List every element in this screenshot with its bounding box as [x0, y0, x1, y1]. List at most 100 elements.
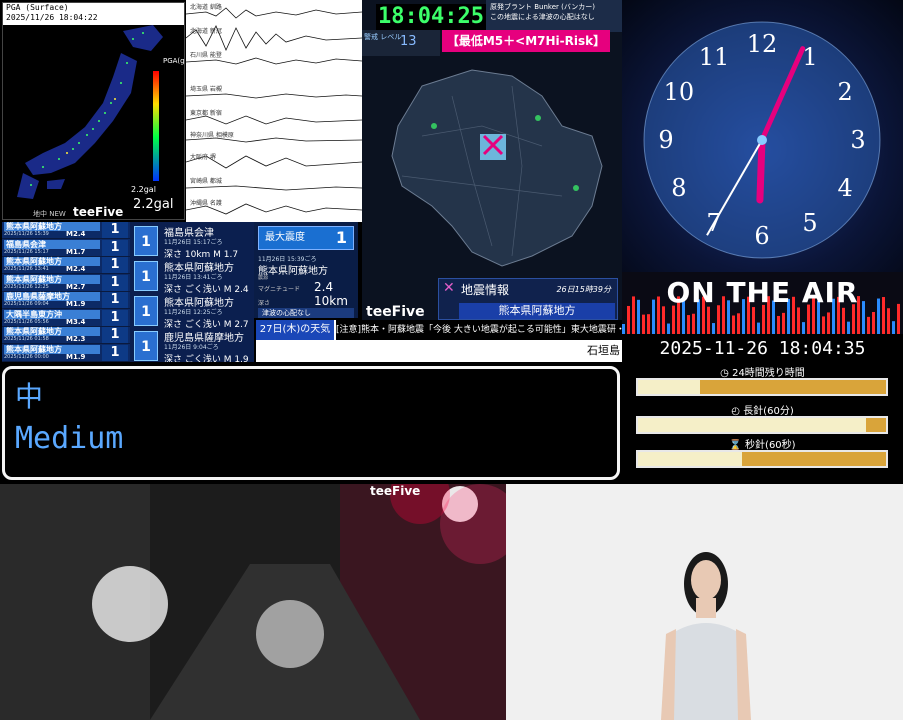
quake-list-row: 熊本県阿蘇地方 2025/11/26 13:41 M2.4 1	[2, 257, 130, 274]
intensity-level-english: Medium	[15, 421, 124, 456]
audio-level-bar	[797, 307, 800, 334]
magnitude-label: マグニチュード	[258, 286, 301, 293]
progress-label: ⌛ 秒針(60秒)	[729, 440, 796, 451]
portrait-photo	[506, 484, 903, 720]
pga-brand-logo: teeFive	[73, 205, 124, 219]
kyushu-map	[362, 56, 622, 278]
max-intensity-note: 震源	[258, 275, 269, 281]
audio-level-bar	[887, 308, 890, 334]
quake-location: 熊本県阿蘇地方	[4, 344, 100, 354]
weather-city: 石垣島	[587, 344, 620, 357]
quake-list: 熊本県阿蘇地方 2025/11/26 15:39 M2.4 1 福島県会津 2025/11…	[2, 222, 130, 362]
eq-info-title: 地震情報	[461, 283, 510, 297]
audio-level-bar	[827, 312, 830, 334]
clock-number: 3	[850, 126, 865, 154]
depth-row: 深さ 10km	[258, 294, 348, 308]
quake-list-row: 熊本県阿蘇地方 2025/11/26 12:25 M2.7 1	[2, 274, 130, 292]
magnitude-value: 2.4	[314, 280, 334, 294]
quake-list-row: 大隅半島東方沖 2025/11/26 05:56 M3.4 1	[2, 309, 130, 327]
audio-level-bar	[842, 307, 845, 334]
quake-intensity: 1	[102, 327, 128, 343]
progress-bar	[636, 378, 888, 396]
quake-magnitude: M2.3	[66, 335, 86, 343]
seismo-station-label: 大阪府 堺	[190, 154, 216, 161]
quake-detail-intensity: 1	[134, 296, 158, 326]
pga-color-scale	[153, 71, 159, 181]
quake-intensity: 1	[102, 274, 128, 291]
audio-level-bar	[867, 316, 870, 334]
pga-scale-label: PGA(gal)	[163, 57, 185, 65]
clock-number: 1	[802, 43, 817, 71]
quake-magnitude: M2.4	[66, 265, 86, 273]
audio-level-bar	[647, 314, 650, 334]
quake-time: 2025/11/26 05:56	[4, 318, 49, 325]
alert-level-value: 13	[400, 34, 417, 49]
quake-list-row: 熊本県阿蘇地方 2025/11/26 15:39 M2.4 1	[2, 222, 130, 239]
clock-number: 10	[664, 78, 695, 106]
quake-detail-time: 11月26日 13:41ごろ	[164, 274, 223, 281]
quake-list-row: 福島県会津 2025/11/26 15:17 M1.7 1	[2, 239, 130, 257]
max-intensity-location: 熊本県阿蘇地方	[258, 266, 328, 277]
seismo-station-label: 北海道 新冠	[190, 28, 222, 35]
clock-number: 12	[747, 30, 778, 58]
datetime-panel: 2025-11-26 18:04:35 ◷ 24時間残り時間 ◴ 長針(60分)…	[622, 334, 903, 480]
audio-level-bar	[622, 324, 625, 334]
center-brand-logo: teeFive	[366, 304, 425, 320]
quake-magnitude: M1.7	[66, 247, 86, 256]
bunker-info: 原発ブラント Bunker (バンカー) この地震による津波の心配はなし	[486, 0, 622, 32]
quake-detail-row: 1 福島県会津 11月26日 15:17ごろ 深さ 10km M 1.7	[130, 222, 254, 262]
quake-time: 2025/11/26 12:25	[4, 283, 49, 290]
audio-level-bar	[662, 306, 665, 334]
quake-detail-row: 1 熊本県阿蘇地方 11月26日 12:25ごろ 深さ ごく浅い M 2.7	[130, 292, 254, 332]
depth-value: 10km	[314, 294, 348, 308]
quake-detail-time: 11月26日 9:04ごろ	[164, 344, 219, 351]
quake-detail-time: 11月26日 15:17ごろ	[164, 239, 223, 246]
quake-location: 熊本県阿蘇地方	[4, 257, 100, 266]
quake-intensity: 1	[102, 292, 128, 308]
quake-list-row: 熊本県阿蘇地方 2025/11/26 01:58 M2.3 1	[2, 327, 130, 344]
bunker-line-2: この地震による津波の心配はなし	[490, 13, 595, 21]
audio-level-bar	[777, 315, 780, 334]
audio-level-bar	[692, 313, 695, 334]
magnitude-row: マグニチュード 2.4	[258, 280, 333, 294]
pga-gal-small: 2.2gal	[131, 185, 156, 194]
audio-level-bar	[892, 321, 895, 334]
weather-label: 27日(木)の天気	[256, 320, 334, 340]
pga-gal-value: 2.2gal	[133, 197, 174, 212]
quake-magnitude: M2.4	[66, 230, 86, 238]
quake-time: 2025/11/26 01:58	[4, 336, 49, 342]
seismo-station-label: 宮崎県 都城	[190, 178, 222, 185]
quake-time: 2025/11/26 15:17	[4, 248, 49, 255]
quake-magnitude: M1.9	[66, 300, 86, 308]
pga-footer: 地中 NEW	[33, 210, 66, 218]
audio-level-bar	[822, 316, 825, 334]
audio-level-bar	[642, 314, 645, 334]
audio-level-bar	[687, 315, 690, 334]
alert-level-label: 警戒 レベル	[364, 33, 402, 41]
audio-level-bar	[737, 313, 740, 334]
seismo-station-label: 埼玉県 岩槻	[190, 86, 222, 93]
audio-level-bar	[667, 323, 670, 334]
quake-location: 福島県会津	[4, 239, 100, 249]
quake-detail-time: 11月26日 12:25ごろ	[164, 309, 223, 316]
seismograph-panel: 北海道 釧路 北海道 新冠 石川県 能登 埼玉県 岩槻 東京都 新宿 神奈川県 …	[186, 0, 362, 222]
audio-level-bar	[872, 312, 875, 334]
portrait-image	[506, 484, 903, 720]
clock-number: 9	[658, 126, 673, 154]
center-eq-panel: 18:04:25 原発ブラント Bunker (バンカー) この地震による津波の…	[362, 0, 622, 362]
quake-time: 2025/11/26 00:00	[4, 353, 49, 360]
quake-time: 2025/11/26 09:04	[4, 301, 49, 307]
digital-clock: 18:04:25	[376, 4, 486, 30]
clock-number: 11	[699, 43, 730, 71]
max-intensity-value: 1	[335, 228, 347, 247]
news-text: [注意]熊本・阿蘇地震「今後 大きい地震が起こる可能性」東大地震研・笠原教授	[336, 320, 622, 340]
seismo-station-label: 神奈川県 相模原	[190, 132, 234, 139]
audio-level-bar	[762, 304, 765, 334]
clock-number: 2	[837, 78, 852, 106]
pga-map-panel: PGA (Surface) 2025/11/26 18:04:22 PGA(ga…	[2, 2, 185, 220]
quake-intensity: 1	[102, 222, 128, 238]
quake-intensity: 1	[102, 344, 128, 361]
quake-detail-row: 1 鹿児島県薩摩地方 11月26日 9:04ごろ 深さ ごく浅い M 1.9	[130, 327, 254, 362]
seismo-station-label: 東京都 新宿	[190, 110, 222, 117]
quake-detail-row: 1 熊本県阿蘇地方 11月26日 13:41ごろ 深さ ごく浅い M 2.4	[130, 257, 254, 297]
